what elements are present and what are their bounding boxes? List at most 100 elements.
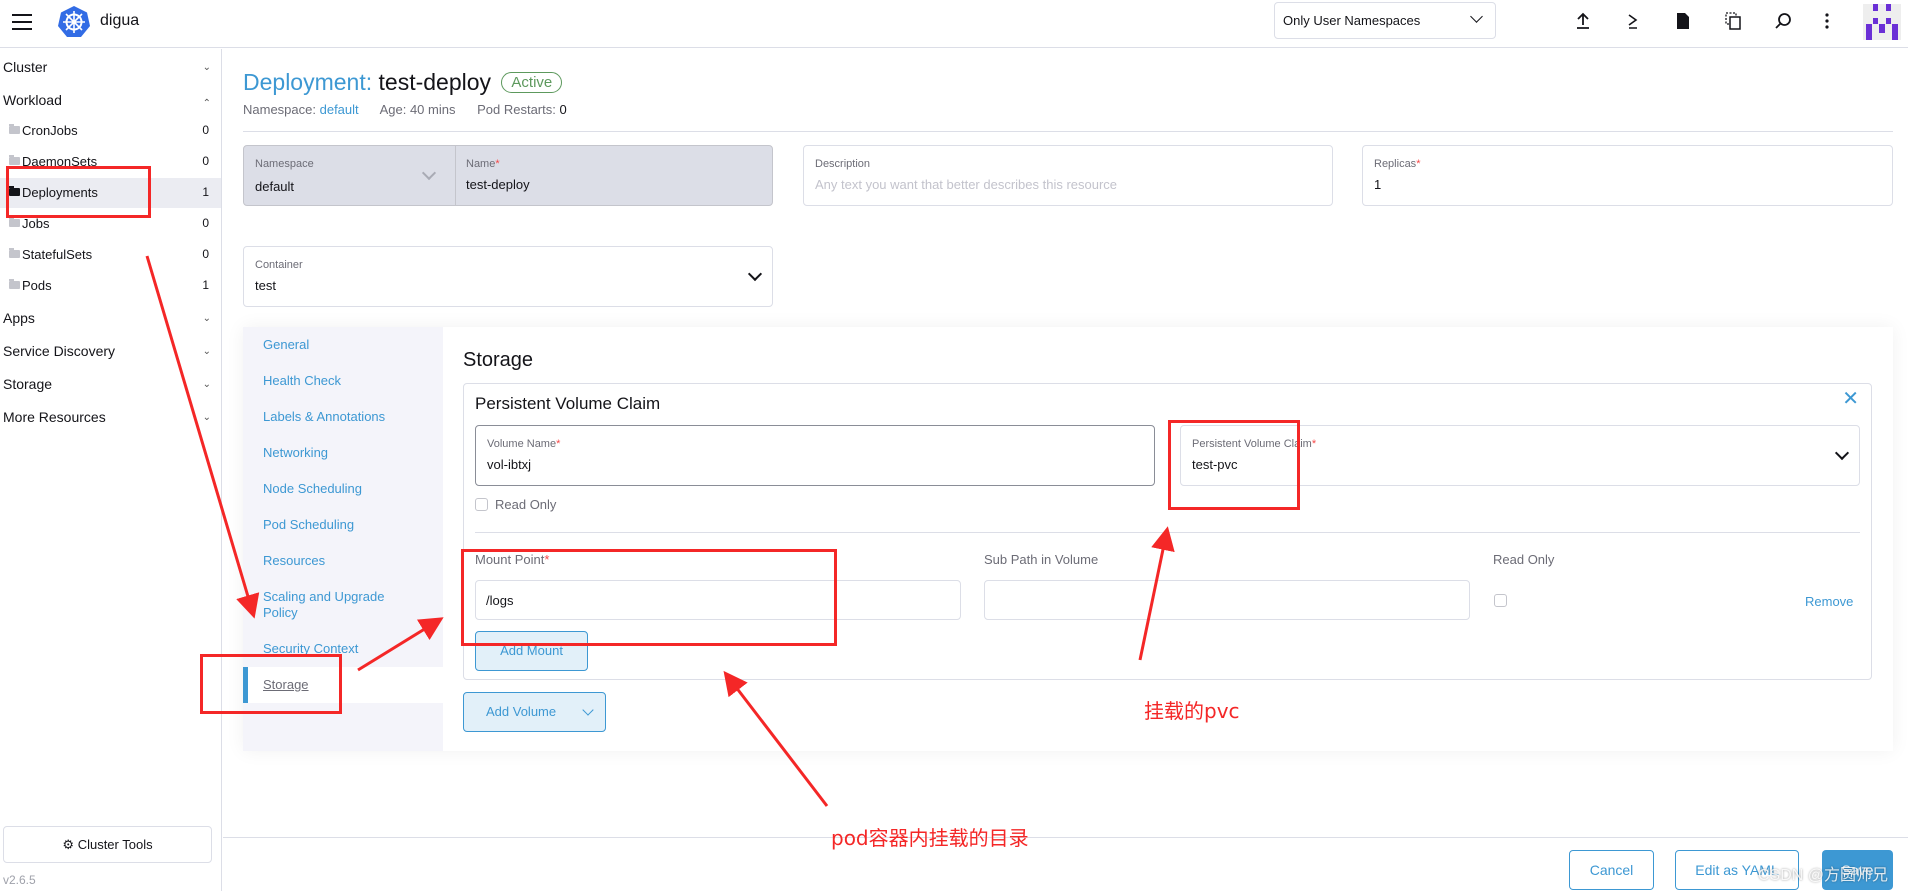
chevron-down-icon [1834, 445, 1850, 461]
sidebar-group-service-discovery[interactable]: Service Discovery ⌄ [3, 343, 213, 359]
sidebar-item-daemonsets[interactable]: DaemonSets 0 [0, 147, 221, 177]
cancel-button[interactable]: Cancel [1569, 850, 1654, 890]
folder-icon [9, 217, 20, 227]
more-menu-icon[interactable] [1816, 10, 1838, 32]
footer-divider [223, 837, 1908, 838]
sidebar-group-more-resources[interactable]: More Resources ⌄ [3, 409, 213, 425]
status-badge: Active [501, 72, 563, 93]
sidebar-item-pods[interactable]: Pods 1 [0, 271, 221, 301]
user-avatar[interactable] [1863, 4, 1901, 40]
chevron-down-icon: ⌄ [202, 346, 211, 357]
sidebar-group-storage[interactable]: Storage ⌄ [3, 376, 213, 392]
restarts-meta-label: Pod Restarts: [477, 102, 556, 117]
sidebar-item-statefulsets[interactable]: StatefulSets 0 [0, 240, 221, 270]
cluster-name[interactable]: digua [100, 12, 139, 30]
section-title: Storage [463, 349, 534, 371]
sidebar-group-apps[interactable]: Apps ⌄ [3, 310, 213, 326]
name-label: Name* [466, 158, 500, 170]
sidebar-item-count: 0 [202, 123, 209, 137]
active-tab-indicator [243, 667, 248, 703]
tab-labels-annotations[interactable]: Labels & Annotations [263, 409, 413, 425]
sidebar-item-label: DaemonSets [22, 154, 98, 169]
tab-security-context[interactable]: Security Context [263, 641, 413, 657]
description-placeholder: Any text you want that better describes … [815, 177, 1118, 192]
folder-icon [9, 279, 20, 289]
annotation-pvc-note: 挂载的pvc [1144, 699, 1240, 723]
sidebar-item-deployments[interactable]: Deployments 1 [0, 178, 221, 208]
namespace-select[interactable]: Namespace default [244, 146, 455, 205]
sidebar: Cluster ⌄ Workload ⌃ CronJobs 0 DaemonSe… [0, 49, 222, 891]
container-value: test [255, 278, 276, 293]
resource-meta: Namespace: default Age: 40 mins Pod Rest… [243, 102, 585, 117]
pvc-select[interactable]: Persistent Volume Claim* test-pvc [1180, 425, 1860, 486]
namespace-value: default [255, 179, 295, 194]
remove-mount-link[interactable]: Remove [1805, 594, 1853, 609]
chevron-down-icon [582, 704, 594, 716]
tab-resources[interactable]: Resources [263, 553, 413, 569]
kubectl-shell-icon[interactable] [1622, 10, 1644, 32]
replicas-input[interactable]: Replicas* 1 [1362, 145, 1893, 206]
name-value: test-deploy [466, 177, 530, 192]
cluster-tools-button[interactable]: ⚙ Cluster Tools [3, 826, 212, 863]
card-title: Persistent Volume Claim [475, 394, 661, 413]
mount-point-label: Mount Point* [475, 552, 550, 567]
copy-kubeconfig-icon[interactable] [1722, 10, 1744, 32]
chevron-down-icon: ⌄ [202, 379, 211, 390]
replicas-value: 1 [1374, 177, 1382, 192]
sidebar-item-count: 0 [202, 216, 209, 230]
version-label: v2.6.5 [3, 873, 36, 887]
mount-read-only-checkbox[interactable] [1494, 594, 1507, 607]
mount-point-input[interactable]: /logs [475, 580, 961, 620]
add-volume-button[interactable]: Add Volume [463, 692, 606, 732]
tabbed-section: General Health Check Labels & Annotation… [243, 327, 1893, 751]
sub-path-label: Sub Path in Volume [984, 552, 1099, 567]
menu-icon[interactable] [12, 14, 32, 30]
kubernetes-logo-icon [58, 6, 90, 37]
folder-icon [9, 248, 20, 258]
sub-path-input[interactable] [984, 580, 1470, 620]
namespace-filter-value: Only User Namespaces [1283, 13, 1421, 28]
search-icon[interactable] [1772, 10, 1794, 32]
sidebar-group-workload[interactable]: Workload ⌃ [3, 92, 213, 109]
gear-icon: ⚙ [62, 837, 75, 852]
volume-name-input[interactable]: Volume Name* vol-ibtxj [475, 425, 1155, 486]
import-yaml-icon[interactable] [1572, 10, 1594, 32]
kubeconfig-download-icon[interactable] [1672, 10, 1694, 32]
tab-storage[interactable]: Storage [243, 667, 443, 703]
chevron-down-icon: ⌄ [202, 313, 211, 324]
volume-read-only-checkbox[interactable] [475, 498, 488, 511]
sidebar-item-count: 0 [202, 247, 209, 261]
pvc-volume-card: Persistent Volume Claim ✕ Volume Name* v… [463, 383, 1872, 680]
page-title: Deployment: test-deploy Active [243, 69, 563, 96]
sidebar-item-jobs[interactable]: Jobs 0 [0, 209, 221, 239]
tab-node-scheduling[interactable]: Node Scheduling [263, 481, 413, 497]
sidebar-item-count: 0 [202, 154, 209, 168]
tab-scaling-upgrade-policy[interactable]: Scaling and Upgrade Policy [263, 589, 413, 621]
sidebar-item-cronjobs[interactable]: CronJobs 0 [0, 116, 221, 146]
watermark: CSDN @方圆师兄 [1758, 867, 1889, 884]
volume-read-only-label: Read Only [495, 497, 557, 512]
add-mount-button[interactable]: Add Mount [475, 631, 588, 671]
tab-networking[interactable]: Networking [263, 445, 413, 461]
cluster-tools-label: Cluster Tools [77, 837, 153, 852]
divider [475, 532, 1860, 533]
sidebar-group-cluster[interactable]: Cluster ⌄ [3, 59, 213, 75]
name-input[interactable]: Name* test-deploy [455, 146, 774, 205]
container-select[interactable]: Container test [243, 246, 773, 307]
namespace-link[interactable]: default [320, 102, 359, 117]
sidebar-group-label: Cluster [3, 59, 48, 75]
tab-pod-scheduling[interactable]: Pod Scheduling [263, 517, 413, 533]
sidebar-group-label: Storage [3, 376, 53, 392]
divider [243, 131, 1893, 132]
namespace-filter-select[interactable]: Only User Namespaces [1274, 2, 1496, 39]
description-input[interactable]: Description Any text you want that bette… [803, 145, 1333, 206]
sidebar-item-label: Jobs [22, 216, 50, 231]
tab-health-check[interactable]: Health Check [263, 373, 413, 389]
resource-name: test-deploy [378, 69, 492, 95]
close-icon[interactable]: ✕ [1842, 386, 1859, 411]
namespace-meta-label: Namespace: [243, 102, 316, 117]
replicas-label: Replicas* [1374, 158, 1421, 170]
tab-storage-label: Storage [263, 677, 309, 692]
tab-general[interactable]: General [263, 337, 413, 353]
restarts-value: 0 [559, 102, 567, 117]
